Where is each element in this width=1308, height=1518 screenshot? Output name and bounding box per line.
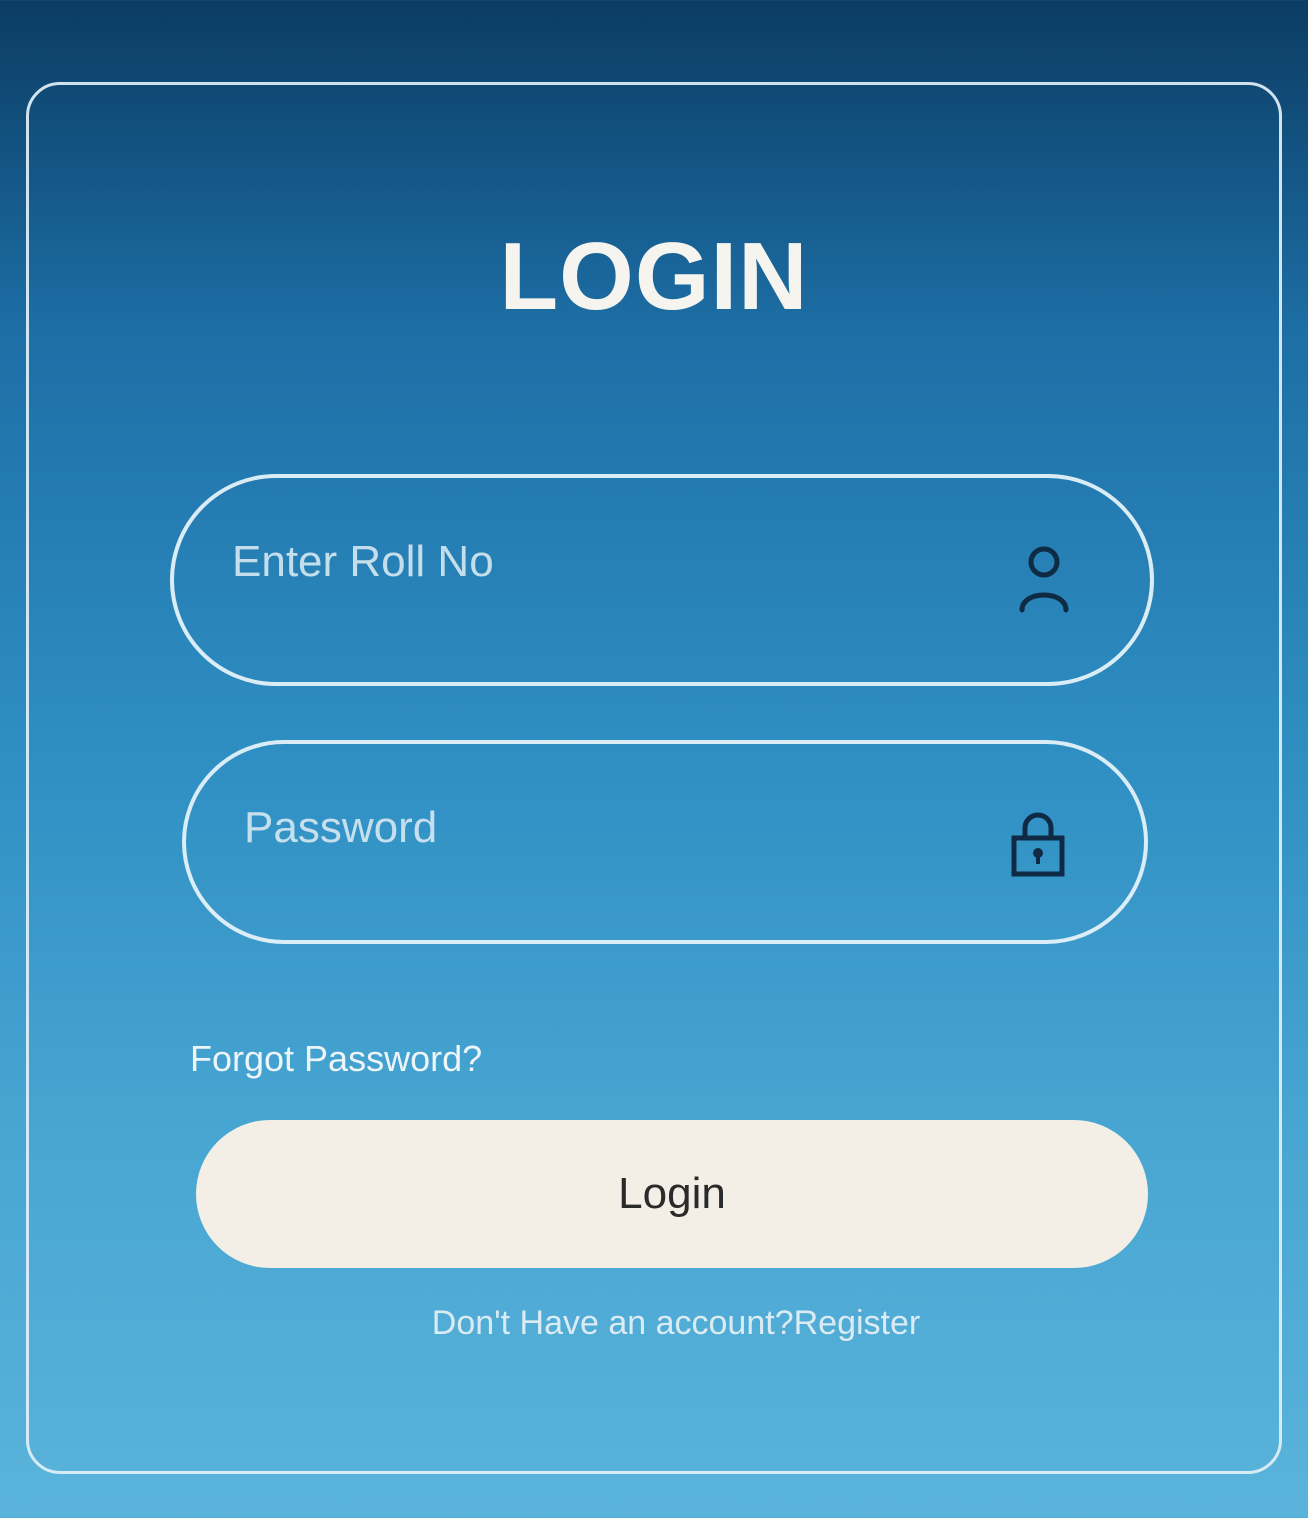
user-icon [1019,546,1069,613]
register-link[interactable]: Register [794,1304,921,1342]
lock-icon [1011,812,1065,877]
login-button[interactable]: Login [196,1120,1148,1268]
roll-number-input[interactable] [232,522,992,602]
register-prompt-text: Don't Have an account? [431,1304,794,1342]
password-field[interactable] [182,740,1148,944]
register-prompt: Don't Have an account?Register [0,1304,1308,1343]
password-input[interactable] [244,788,1004,868]
forgot-password-link[interactable]: Forgot Password? [190,1038,482,1080]
roll-number-field[interactable] [170,474,1154,686]
page-title: LOGIN [499,223,809,330]
